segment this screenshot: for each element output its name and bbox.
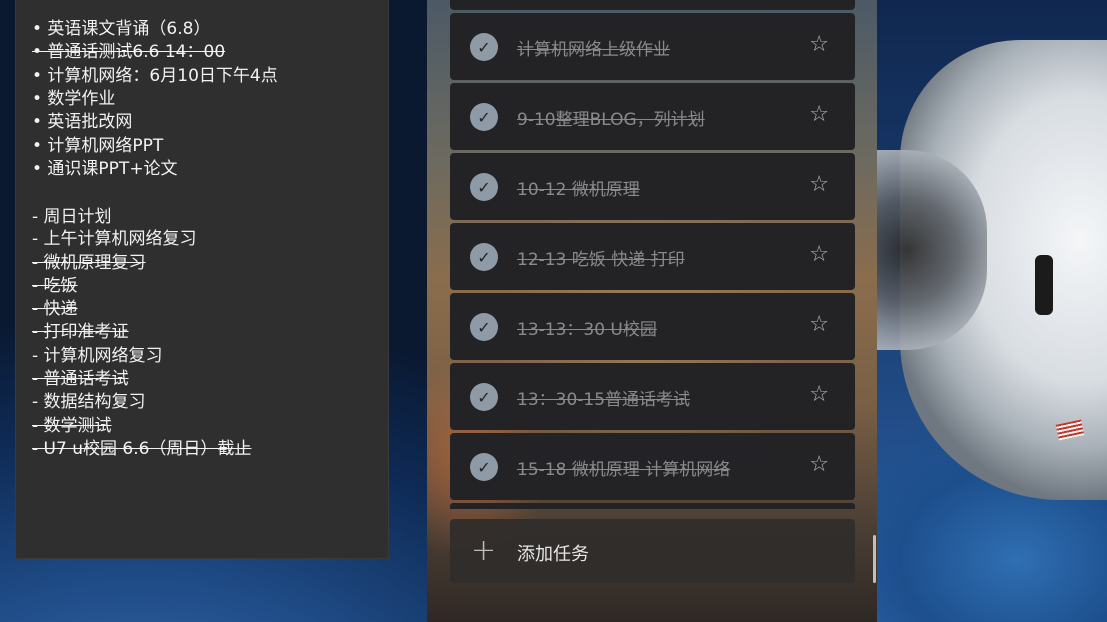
task-item[interactable]: ✓ 13-13：30 U校园 ☆ (450, 293, 855, 360)
note-line: • 普通话测试6.6 14：00 (32, 42, 226, 62)
note-line: - 上午计算机网络复习 (32, 229, 197, 249)
task-title: 10-12 微机原理 (517, 180, 640, 200)
task-title: 12-13 吃饭 快递 打印 (517, 250, 685, 270)
task-item[interactable]: ✓ 13：30-15普通话考试 ☆ (450, 363, 855, 430)
star-outline-icon[interactable]: ☆ (809, 312, 829, 337)
checkmark-icon[interactable]: ✓ (470, 103, 498, 131)
star-outline-icon[interactable]: ☆ (809, 452, 829, 477)
note-line: - 计算机网络复习 (32, 346, 163, 366)
task-item[interactable]: ✓ 计算机网络上级作业 ☆ (450, 13, 855, 80)
star-outline-icon[interactable]: ☆ (809, 32, 829, 57)
checkmark-icon[interactable]: ✓ (470, 453, 498, 481)
spacecraft-hatch (1035, 255, 1053, 315)
task-title: 15-18 微机原理 计算机网络 (517, 460, 731, 480)
star-outline-icon[interactable]: ☆ (809, 102, 829, 127)
task-list-scrollbar[interactable] (873, 535, 876, 583)
note-line: • 计算机网络PPT (32, 136, 164, 156)
task-item[interactable]: ✓ 10-12 微机原理 ☆ (450, 153, 855, 220)
sticky-note-panel[interactable]: • 英语课文背诵（6.8） • 普通话测试6.6 14：00 • 计算机网络：6… (16, 0, 388, 558)
star-outline-icon[interactable]: ☆ (809, 172, 829, 197)
checkmark-icon[interactable]: ✓ (470, 173, 498, 201)
task-title: 计算机网络上级作业 (517, 40, 670, 60)
task-title: 9-10整理BLOG，列计划 (517, 110, 705, 130)
task-item[interactable]: ✓ 15-18 微机原理 计算机网络 ☆ (450, 433, 855, 500)
note-line: - 周日计划 (32, 207, 112, 227)
note-line: - 打印准考证 (32, 322, 129, 342)
checkmark-icon[interactable]: ✓ (470, 383, 498, 411)
task-list-panel: ✓ 计算机网络上级作业 ☆ ✓ 9-10整理BLOG，列计划 ☆ ✓ 10-12… (427, 0, 877, 622)
add-task-label: 添加任务 (517, 544, 589, 565)
task-item-partial[interactable] (450, 503, 855, 509)
plus-icon: + (471, 533, 497, 568)
note-line: • 英语批改网 (32, 112, 133, 132)
add-task-button[interactable]: + 添加任务 (450, 519, 855, 583)
checkmark-icon[interactable]: ✓ (470, 313, 498, 341)
note-line: • 数学作业 (32, 89, 116, 109)
note-line: • 计算机网络：6月10日下午4点 (32, 66, 278, 86)
note-line: - 微机原理复习 (32, 253, 146, 273)
note-line: - 吃饭 (32, 276, 78, 296)
note-line: • 通识课PPT+论文 (32, 159, 178, 179)
star-outline-icon[interactable]: ☆ (809, 242, 829, 267)
task-item[interactable]: ✓ 9-10整理BLOG，列计划 ☆ (450, 83, 855, 150)
note-line: - 普通话考试 (32, 369, 129, 389)
note-line: - 快递 (32, 299, 78, 319)
task-title: 13：30-15普通话考试 (517, 390, 691, 410)
note-line: - 数学测试 (32, 416, 112, 436)
star-outline-icon[interactable]: ☆ (809, 382, 829, 407)
checkmark-icon[interactable]: ✓ (470, 243, 498, 271)
task-title: 13-13：30 U校园 (517, 320, 657, 340)
note-line: - U7 u校园 6.6（周日）截止 (32, 439, 252, 459)
task-item[interactable]: ✓ 12-13 吃饭 快递 打印 ☆ (450, 223, 855, 290)
note-line: - 数据结构复习 (32, 392, 146, 412)
checkmark-icon[interactable]: ✓ (470, 33, 498, 61)
task-item[interactable] (450, 0, 855, 10)
note-line: • 英语课文背诵（6.8） (32, 19, 211, 39)
